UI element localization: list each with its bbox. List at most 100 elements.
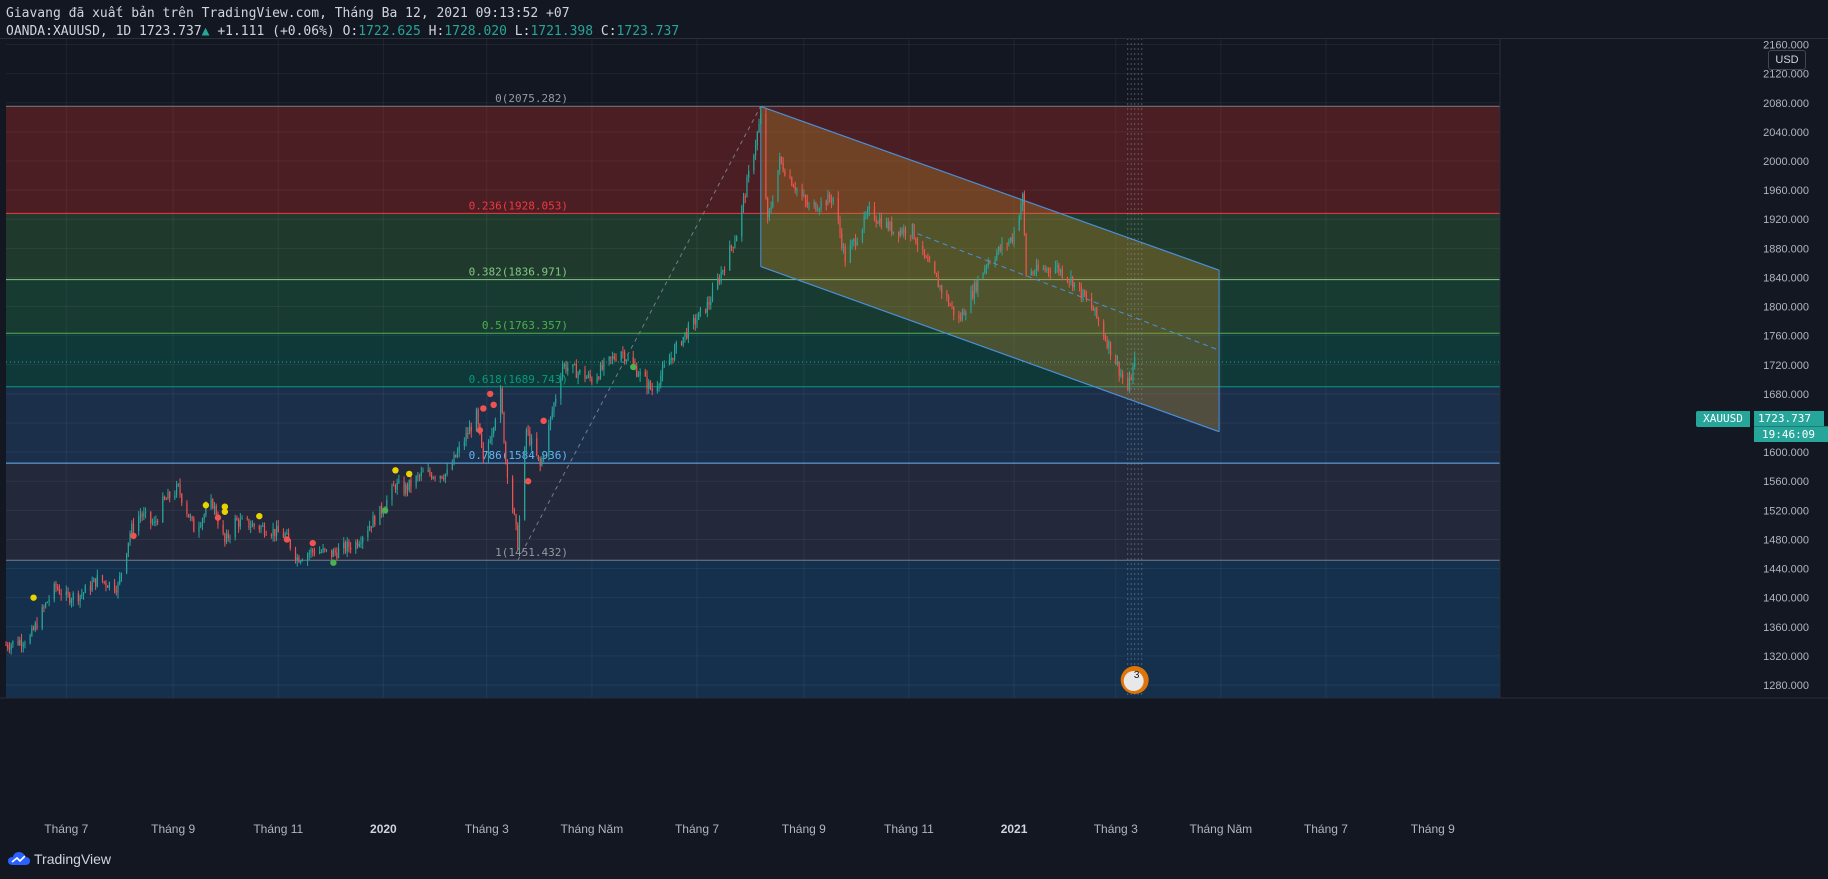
signal-dot [130,532,137,540]
candle-body [298,557,300,563]
candle-body [837,197,839,221]
candle-body [337,548,340,558]
candle-body [343,542,345,549]
candle-body [336,552,338,558]
candle-body [275,526,278,537]
candle-body [465,432,467,442]
candle-body [200,525,202,527]
candle-body [753,155,755,171]
candle-body [832,197,834,203]
candle-body [1130,377,1132,381]
change-arrow-icon: ▲ [201,24,210,39]
candle-body [120,572,123,577]
tradingview-logo[interactable]: TradingView [8,851,111,867]
candle-body [768,210,770,218]
candle-body [779,156,781,171]
candle-body [958,314,960,319]
candle-body [741,206,743,237]
candle-body [537,455,540,459]
candle-body [880,218,882,228]
price-tick-label: 1680.000 [1763,389,1809,401]
price-tick-label: 2080.000 [1763,98,1809,110]
signal-dot [630,363,637,371]
candle-body [198,526,200,533]
candle-body [601,364,603,370]
candle-body [1023,193,1026,234]
candle-body [1010,237,1012,241]
candle-body [408,479,410,491]
candle-body [632,357,634,364]
candle-body [418,475,421,477]
candle-body [603,360,605,370]
candle-body [362,537,364,543]
signal-dot [487,390,494,398]
candle-body [801,188,803,197]
candle-body [222,524,224,534]
fib-label: 0.5(1763.357) [482,319,568,332]
fib-label: 1(1451.432) [495,546,568,559]
candle-body [829,194,831,200]
candle-body [565,364,567,371]
candle-body [549,417,552,425]
symbol-line: OANDA:XAUUSD, 1D 1723.737 [6,24,202,39]
candle-body [506,460,509,478]
candle-body [975,282,977,292]
candle-body [1054,267,1057,273]
candle-body [851,241,853,246]
candle-body [258,526,260,530]
candle-body [10,644,12,650]
candle-body [982,272,984,280]
candle-body [818,208,820,211]
change-value: +1.111 (+0.06%) [217,24,335,39]
candle-body [294,548,297,561]
candle-body [637,375,640,377]
chart-header: Giavang đã xuất bản trên TradingView.com… [0,0,1828,44]
currency-button[interactable]: USD [1768,50,1806,70]
candle-body [406,484,409,491]
signal-dot [406,470,413,478]
candle-body [961,311,963,320]
candle-body [1134,357,1136,367]
candle-body [863,215,865,230]
candle-body [663,365,665,367]
candle-body [854,239,857,246]
candle-body [517,524,519,549]
candle-body [648,381,650,389]
candle-body [1037,264,1039,270]
candle-body [673,347,676,360]
candle-body [43,607,45,609]
candle-body [319,551,321,554]
candle-body [95,578,97,587]
candle-body [515,514,517,525]
candle-body [179,484,181,495]
candle-body [698,311,700,320]
candle-body [885,221,888,228]
candle-body [682,336,684,345]
candle-body [796,188,798,191]
price-chart[interactable]: 0(2075.282) 0.236(1928.053) 0.382(1836.971… [0,0,1828,879]
candle-body [189,516,191,518]
candle-body [803,195,805,197]
signal-dot [202,502,210,509]
candle-body [157,521,159,523]
candle-body [951,305,953,307]
candle-body [101,575,104,582]
candle-body [844,246,846,263]
footer: TradingView [0,843,1828,879]
candle-body [718,278,720,282]
candle-body [777,170,779,202]
candle-body [468,426,471,435]
candle-body [1132,366,1134,381]
candle-body [804,195,807,201]
time-tick-label: Tháng 11 [884,822,934,836]
candle-body [81,594,83,596]
candle-body [1096,307,1098,318]
candle-body [191,516,193,519]
candle-body [1073,282,1075,288]
candle-body [756,132,758,146]
candle-body [972,290,974,299]
candle-body [899,229,901,237]
candle-body [439,476,441,479]
candle-body [72,592,74,601]
candle-body [225,533,228,542]
